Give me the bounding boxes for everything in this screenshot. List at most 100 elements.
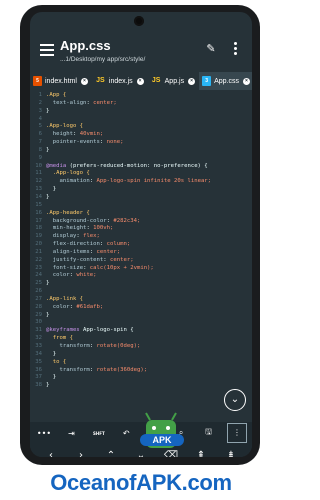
more-horiz-icon[interactable]: ••• (35, 429, 53, 438)
code-text: } (46, 382, 50, 389)
line-number: 7 (38, 139, 42, 146)
save-icon[interactable]: 🖫 (200, 426, 218, 440)
code-line[interactable]: 6 height: 40vmin; (30, 131, 252, 139)
code-text: transform: rotate(0deg); (59, 343, 141, 349)
line-number: 16 (35, 209, 42, 216)
more-vert-icon[interactable]: ⋮ (226, 423, 247, 443)
arrow-right-icon[interactable]: › (72, 450, 90, 458)
more-vert-icon[interactable] (230, 42, 240, 58)
code-line[interactable]: 28 color: #61dafb; (30, 304, 252, 312)
code-line[interactable]: 12 animation: App-logo-spin infinite 20s… (30, 178, 252, 186)
css-file-icon: 3 (202, 76, 212, 86)
close-icon[interactable]: × (188, 77, 196, 85)
close-icon[interactable]: × (136, 77, 144, 85)
code-text: color: #61dafb; (52, 303, 104, 310)
line-number: 19 (35, 233, 42, 240)
line-number: 10 (35, 162, 42, 169)
code-line[interactable]: 19 display: flex; (30, 233, 252, 241)
code-line[interactable]: 22 justify-content: center; (30, 257, 252, 265)
code-text: height: 40vmin; (52, 131, 104, 138)
tab-index-html[interactable]: 5 index.html × (30, 72, 92, 90)
code-text: @media (prefers-reduced-motion: no-prefe… (46, 162, 208, 169)
code-line[interactable]: 29} (30, 312, 252, 320)
edit-icon[interactable]: ✎ (204, 42, 218, 56)
code-line[interactable]: 1 .App { (30, 92, 252, 100)
code-line[interactable]: 35 to { (30, 359, 252, 367)
line-number: 15 (35, 201, 42, 208)
line-number: 3 (38, 107, 42, 114)
code-editor[interactable]: 1 .App {2 text-align: center; 3} 4 5 .App-log… (30, 92, 252, 392)
code-text: } (46, 350, 57, 357)
code-line[interactable]: 7 pointer-events: none; (30, 139, 252, 147)
code-text: } (46, 280, 50, 287)
code-line[interactable]: 21 align-items: center; (30, 249, 252, 257)
code-line[interactable]: 9 (30, 155, 252, 163)
line-number: 9 (38, 154, 42, 161)
code-line[interactable]: 34 } (30, 351, 252, 359)
code-line[interactable]: 8} (30, 147, 252, 155)
code-line[interactable]: 24 color: white; (30, 272, 252, 280)
tab-label: index.html (45, 77, 77, 85)
code-text: .App-logo { (46, 170, 90, 177)
line-number: 30 (35, 319, 42, 326)
code-line[interactable]: 17 background-color: #282c34; (30, 218, 252, 226)
code-line[interactable]: 15 (30, 202, 252, 210)
line-number: 35 (35, 358, 42, 365)
line-number: 17 (35, 217, 42, 224)
line-number: 26 (35, 288, 42, 295)
close-icon[interactable]: × (243, 77, 251, 85)
line-number: 27 (35, 295, 42, 302)
code-line[interactable]: 11 .App-logo { (30, 170, 252, 178)
code-line[interactable]: 10 @media (prefers-reduced-motion: no-pre… (30, 163, 252, 171)
code-line[interactable]: 27 .App-link { (30, 296, 252, 304)
line-number: 4 (38, 115, 42, 122)
close-icon[interactable]: × (80, 77, 88, 85)
code-line[interactable]: 18 min-height: 100vh; (30, 225, 252, 233)
code-line[interactable]: 37 } (30, 374, 252, 382)
code-line[interactable]: 14} (30, 194, 252, 202)
code-line[interactable]: 25} (30, 280, 252, 288)
code-line[interactable]: 26 (30, 288, 252, 296)
code-line[interactable]: 13 } (30, 186, 252, 194)
code-line[interactable]: 33 transform: rotate(0deg); (30, 343, 252, 351)
menu-icon[interactable] (40, 44, 54, 56)
shift-key[interactable]: SHFT (90, 431, 108, 436)
code-text: background-color: #282c34; (52, 217, 141, 224)
html-file-icon: 5 (33, 76, 42, 86)
arrow-left-icon[interactable]: ‹ (42, 450, 60, 458)
line-number: 34 (35, 350, 42, 357)
code-text: } (46, 186, 57, 193)
code-line[interactable]: 16 .App-header { (30, 210, 252, 218)
code-text: justify-content: center; (52, 256, 134, 263)
code-line[interactable]: 4 (30, 116, 252, 124)
page-up-icon[interactable]: ⇞ (192, 450, 210, 458)
code-line[interactable]: 2 text-align: center; (30, 100, 252, 108)
chevron-down-circle-icon[interactable]: ⌄ (224, 389, 246, 411)
file-path: ...1/Desktop/my app/src/style/ (60, 56, 146, 63)
tab-icon[interactable]: ⇥ (62, 429, 80, 438)
line-number: 31 (35, 327, 42, 334)
line-number: 5 (38, 123, 42, 130)
code-line[interactable]: 32 from { (30, 335, 252, 343)
code-text: font-size: calc(10px + 2vmin); (52, 264, 154, 271)
front-camera (134, 16, 144, 26)
tab-app-css[interactable]: 3 App.css × (199, 72, 252, 90)
page-down-icon[interactable]: ⇟ (222, 450, 240, 458)
tab-app-js[interactable]: JS App.js × (148, 72, 199, 90)
code-line[interactable]: 23 font-size: calc(10px + 2vmin); (30, 265, 252, 273)
tab-label: index.js (108, 77, 133, 85)
code-line[interactable]: 38} (30, 382, 252, 390)
code-line[interactable]: 5 .App-logo { (30, 123, 252, 131)
code-line[interactable]: 30 (30, 319, 252, 327)
code-text: animation: App-logo-spin infinite 20s li… (59, 178, 212, 185)
arrow-up-icon[interactable]: ⌃ (102, 450, 120, 458)
apk-logo-text: APK (152, 435, 172, 445)
code-text: } (46, 374, 57, 381)
code-text: .App { (46, 92, 67, 98)
js-file-icon: JS (151, 77, 161, 84)
code-line[interactable]: 3} (30, 108, 252, 116)
tab-index-js[interactable]: JS index.js × (92, 72, 148, 90)
code-line[interactable]: 31 @keyframes App-logo-spin { (30, 327, 252, 335)
code-line[interactable]: 20 flex-direction: column; (30, 241, 252, 249)
code-line[interactable]: 36 transform: rotate(360deg); (30, 367, 252, 375)
